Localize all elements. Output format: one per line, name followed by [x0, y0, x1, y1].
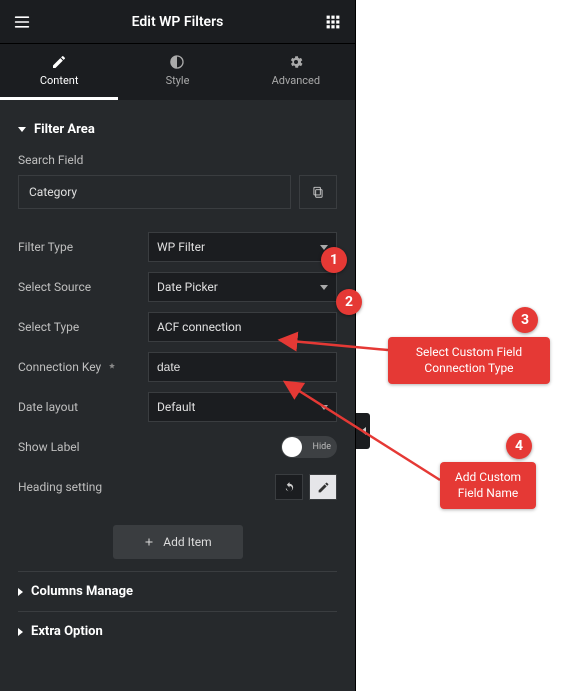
callout-3: Select Custom Field Connection Type	[388, 337, 550, 384]
annotation-badge-1: 1	[321, 247, 347, 273]
annotation-badge-4: 4	[506, 433, 532, 459]
annotation-badge-3: 3	[512, 307, 538, 333]
callout-4: Add Custom Field Name	[440, 462, 536, 509]
annotation-badge-2: 2	[336, 289, 362, 315]
